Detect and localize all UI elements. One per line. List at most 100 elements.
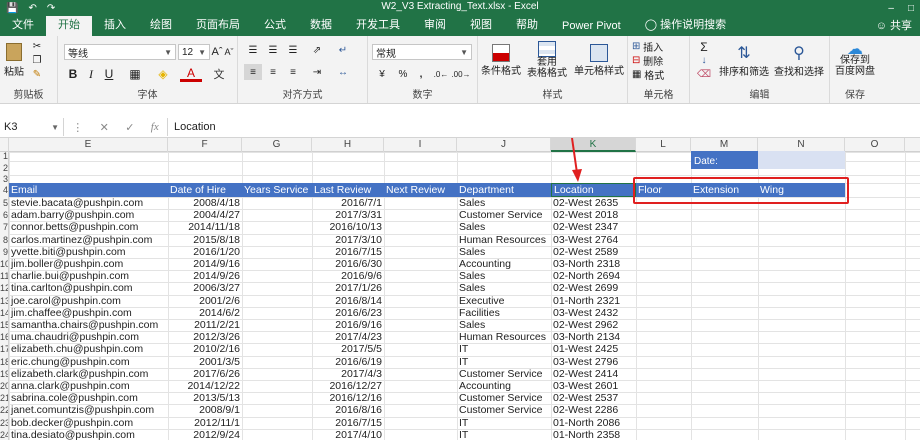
row-header[interactable]: 7 [0,221,9,234]
cell-department[interactable]: IT [459,429,468,440]
cell-last-review[interactable]: 2016/7/15 [312,246,382,258]
col-header-o[interactable]: O [845,138,905,152]
cell-last-review[interactable]: 2016/10/13 [312,221,382,233]
cell-last-review[interactable]: 2016/12/27 [312,380,382,392]
tab-help[interactable]: 帮助 [504,13,550,36]
tab-review[interactable]: 审阅 [412,13,458,36]
comma-button[interactable]: , [414,66,428,82]
cell-department[interactable]: Human Resources [459,331,546,343]
cell-location[interactable]: 03-North 2134 [553,331,620,343]
row-header[interactable]: 15 [0,319,9,332]
header-next-review[interactable]: Next Review [386,184,445,197]
tab-page-layout[interactable]: 页面布局 [184,13,252,36]
cell-department[interactable]: IT [459,417,468,429]
wrap-text-icon[interactable]: ↵ [334,42,352,58]
cell-date-of-hire[interactable]: 2008/9/1 [168,404,240,416]
delete-cells-button[interactable]: ⊟ 删除 [632,54,682,68]
cell-styles-button[interactable]: 单元格样式 [572,38,626,82]
cell-date-of-hire[interactable]: 2017/6/26 [168,368,240,380]
format-as-table-button[interactable]: 套用 表格格式 [524,38,570,82]
cell-last-review[interactable]: 2017/3/10 [312,234,382,246]
cell-email[interactable]: eric.chung@pushpin.com [11,356,130,368]
cell-email[interactable]: adam.barry@pushpin.com [11,209,134,221]
cell-email[interactable]: uma.chaudri@pushpin.com [11,331,139,343]
cell-location[interactable]: 02-North 2694 [553,270,620,282]
cell-department[interactable]: Sales [459,282,485,294]
cell-email[interactable]: elizabeth.chu@pushpin.com [11,343,143,355]
font-name-combo[interactable]: 等线 ▼ [64,44,176,60]
cell-date-of-hire[interactable]: 2008/4/18 [168,197,240,209]
cell-date-of-hire[interactable]: 2012/9/24 [168,429,240,440]
fill-color-icon[interactable]: ◈ [152,66,174,82]
row-header[interactable]: 9 [0,245,9,258]
cell-last-review[interactable]: 2017/4/3 [312,368,382,380]
align-center-icon[interactable]: ≡ [264,64,282,80]
cell-department[interactable]: Sales [459,197,485,209]
enter-icon[interactable]: ✓ [125,121,134,134]
cell-department[interactable]: Accounting [459,380,511,392]
tab-data[interactable]: 数据 [298,13,344,36]
cell-department[interactable]: Accounting [459,258,511,270]
cell-date-of-hire[interactable]: 2014/9/26 [168,270,240,282]
row-header[interactable]: 10 [0,258,9,271]
cell-last-review[interactable]: 2017/4/23 [312,331,382,343]
cell-department[interactable]: Customer Service [459,368,542,380]
cell-location[interactable]: 02-West 2589 [553,246,618,258]
row-header[interactable]: 2 [0,161,9,175]
decrease-decimal-icon[interactable]: .00→ [451,66,470,82]
col-header-m[interactable]: M [691,138,758,152]
cell-email[interactable]: bob.decker@pushpin.com [11,417,133,429]
tab-draw[interactable]: 绘图 [138,13,184,36]
row-header[interactable]: 5 [0,197,9,210]
row-header[interactable]: 12 [0,282,9,295]
cell-location[interactable]: 03-West 2764 [553,234,618,246]
row-header[interactable]: 20 [0,380,9,393]
cell-location[interactable]: 01-West 2425 [553,343,618,355]
cell-department[interactable]: Sales [459,221,485,233]
cell-date-of-hire[interactable]: 2016/1/20 [168,246,240,258]
number-format-combo[interactable]: 常规 ▼ [372,44,472,60]
cell-email[interactable]: yvette.biti@pushpin.com [11,246,126,258]
cell-date-of-hire[interactable]: 2001/3/5 [168,356,240,368]
copy-icon[interactable]: ❐ [30,54,44,66]
cell-department[interactable]: Sales [459,270,485,282]
worksheet-grid[interactable]: E F G H I J K L M N O 123456789101112131… [0,138,920,440]
cell-department[interactable]: Sales [459,246,485,258]
align-top-icon[interactable]: ☰ [244,42,262,58]
align-left-icon[interactable]: ≡ [244,64,262,80]
header-last-review[interactable]: Last Review [314,184,371,197]
find-select-button[interactable]: ⚲ 查找和选择 [772,38,826,82]
cell-location[interactable]: 02-West 2286 [553,404,618,416]
col-header-f[interactable]: F [168,138,242,152]
cell-last-review[interactable]: 2016/9/6 [312,270,382,282]
cell-date-of-hire[interactable]: 2015/8/18 [168,234,240,246]
cell-location[interactable]: 02-West 2414 [553,368,618,380]
fx-icon[interactable]: fx [151,121,159,133]
cell-date-of-hire[interactable]: 2012/11/1 [168,417,240,429]
cell-location[interactable]: 02-West 2962 [553,319,618,331]
cell-date-of-hire[interactable]: 2012/3/26 [168,331,240,343]
header-email[interactable]: Email [11,184,37,197]
merge-center-icon[interactable]: ↔ [334,64,352,80]
cell-date-of-hire[interactable]: 2014/6/2 [168,307,240,319]
col-header-j[interactable]: J [457,138,551,152]
row-header[interactable]: 22 [0,404,9,417]
cell-last-review[interactable]: 2016/7/15 [312,417,382,429]
cell-location[interactable]: 02-West 2537 [553,392,618,404]
cell-date-of-hire[interactable]: 2013/5/13 [168,392,240,404]
indent-icon[interactable]: ⇥ [308,64,326,80]
align-right-icon[interactable]: ≡ [284,64,302,80]
row-header[interactable]: 13 [0,294,9,307]
cell-email[interactable]: charlie.bui@pushpin.com [11,270,129,282]
align-middle-icon[interactable]: ☰ [264,42,282,58]
col-header-n[interactable]: N [758,138,845,152]
maximize-icon[interactable]: □ [908,3,914,14]
cell-email[interactable]: stevie.bacata@pushpin.com [11,197,143,209]
row-header[interactable]: 4 [0,183,9,197]
row-header[interactable]: 23 [0,416,9,429]
row-header[interactable]: 8 [0,233,9,246]
tab-power-pivot[interactable]: Power Pivot [550,17,633,36]
tab-formulas[interactable]: 公式 [252,13,298,36]
row-header[interactable]: 6 [0,209,9,222]
save-to-baidu-button[interactable]: ☁ 保存到 百度网盘 [832,38,878,82]
